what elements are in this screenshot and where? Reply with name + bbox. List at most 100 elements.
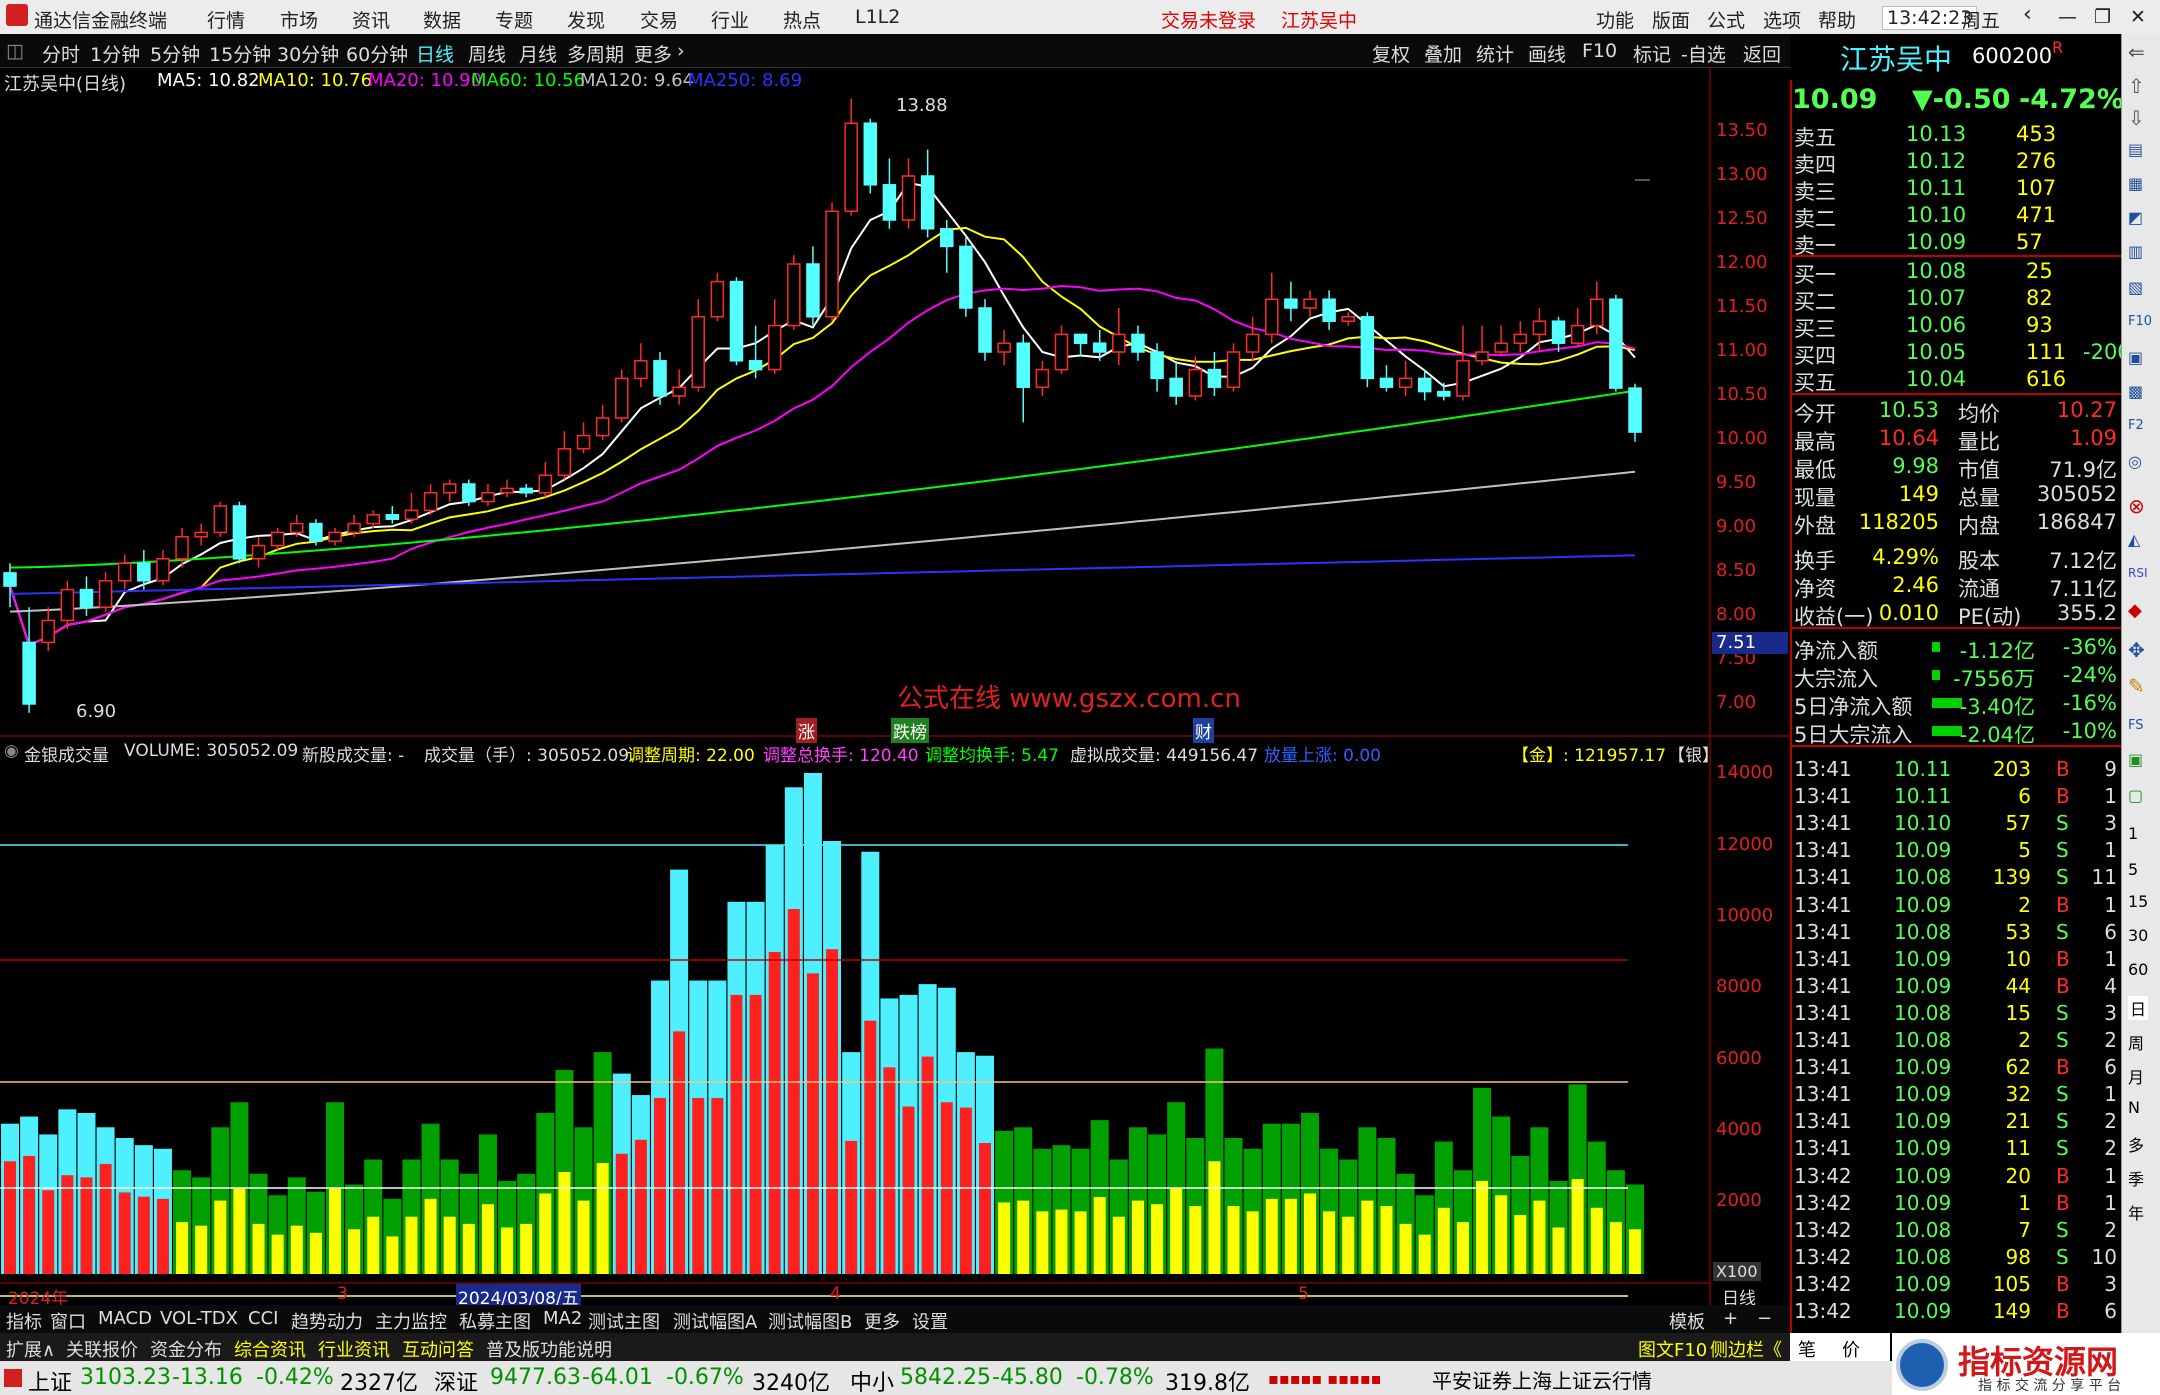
flow-row[interactable]: 净流入额 -1.12亿 -36% xyxy=(1790,634,2121,663)
tick-row[interactable]: 13:42 10.09 1 B 1 xyxy=(1790,1190,2121,1217)
menu-item-banmian[interactable]: 版面 xyxy=(1652,6,1690,33)
sz-name[interactable]: 深证 xyxy=(434,1365,478,1395)
ask-row[interactable]: 卖一 10.09 57 xyxy=(1790,229,2121,258)
ask-row[interactable]: 卖四 10.12 276 xyxy=(1790,148,2121,177)
tab-cci[interactable]: CCI xyxy=(248,1308,278,1329)
fz-icon[interactable]: F2 xyxy=(2128,418,2144,433)
sh-name[interactable]: 上证 xyxy=(28,1365,72,1395)
menu-item-jiaoyi[interactable]: 交易 xyxy=(640,6,678,33)
stat-row[interactable]: 收益(一) 0.010 PE(动) 355.2 xyxy=(1790,600,2121,629)
tick-row[interactable]: 13:41 10.09 11 S 2 xyxy=(1790,1135,2121,1162)
tick-row[interactable]: 13:41 10.09 44 B 4 xyxy=(1790,973,2121,1000)
side-label-15[interactable]: 15 xyxy=(2128,892,2148,911)
side-label-1[interactable]: 1 xyxy=(2128,824,2138,843)
bid-row[interactable]: 买一 10.08 25 xyxy=(1790,258,2121,287)
ask-row[interactable]: 卖二 10.10 471 xyxy=(1790,202,2121,231)
ask-row[interactable]: 卖三 10.11 107 xyxy=(1790,175,2121,204)
tab-zhibiao[interactable]: 指标 xyxy=(6,1308,42,1334)
menu-item-zhuanti[interactable]: 专题 xyxy=(495,6,533,33)
stat-row[interactable]: 换手 4.29% 股本 7.12亿 xyxy=(1790,544,2121,573)
tick-row[interactable]: 13:42 10.09 105 B 3 xyxy=(1790,1271,2121,1298)
flow-row[interactable]: 5日净流入额 -3.40亿 -16% xyxy=(1790,690,2121,719)
ask-row[interactable]: 卖五 10.13 453 xyxy=(1790,121,2121,150)
tool-fuquan[interactable]: 复权 xyxy=(1372,40,1410,67)
tab-qushi[interactable]: 趋势动力 xyxy=(291,1308,363,1334)
bid-row[interactable]: 买四 10.05 111 -200 xyxy=(1790,339,2131,368)
stat-row[interactable]: 现量 149 总量 305052 xyxy=(1790,481,2121,510)
period-fenshi[interactable]: 分时 xyxy=(42,40,80,67)
minimize-icon[interactable]: — xyxy=(2058,6,2077,28)
tab-zonghe[interactable]: 综合资讯 xyxy=(234,1336,306,1362)
tick-row[interactable]: 13:41 10.09 10 B 1 xyxy=(1790,946,2121,973)
tab-more[interactable]: 更多 xyxy=(864,1308,900,1334)
bid-row[interactable]: 买三 10.06 93 xyxy=(1790,312,2121,341)
tab-puji[interactable]: 普及版功能说明 xyxy=(486,1336,612,1362)
side-label-30[interactable]: 30 xyxy=(2128,926,2148,945)
box-icon[interactable]: ▢ xyxy=(2128,786,2143,805)
zx-name[interactable]: 中小 xyxy=(850,1365,894,1395)
tab-macd[interactable]: MACD xyxy=(98,1308,152,1329)
tick-row[interactable]: 13:41 10.09 5 S 1 xyxy=(1790,837,2121,864)
tick-row[interactable]: 13:41 10.09 21 S 2 xyxy=(1790,1108,2121,1135)
menu-item-hangye[interactable]: 行业 xyxy=(711,6,749,33)
menu-item-shichang[interactable]: 市场 xyxy=(280,6,318,33)
tab-zhuli[interactable]: 主力监控 xyxy=(375,1308,447,1334)
pen-icon[interactable]: ✎ xyxy=(2128,674,2145,698)
kline-icon[interactable]: ▥ xyxy=(2128,242,2143,261)
tick-row[interactable]: 13:41 10.08 139 S 11 xyxy=(1790,864,2121,891)
menu-item-xuanxiang[interactable]: 选项 xyxy=(1763,6,1801,33)
stat-row[interactable]: 净资 2.46 流通 7.11亿 xyxy=(1790,572,2121,601)
template-button[interactable]: 模板 xyxy=(1669,1308,1705,1334)
tick-row[interactable]: 13:41 10.11 6 B 1 xyxy=(1790,783,2121,810)
tick-row[interactable]: 13:41 10.08 15 S 3 xyxy=(1790,1000,2121,1027)
bid-row[interactable]: 买五 10.04 616 xyxy=(1790,366,2121,395)
tab-guanlian[interactable]: 关联报价 xyxy=(66,1336,138,1362)
chevron-right-icon[interactable]: › xyxy=(677,40,685,62)
restore-icon[interactable]: ❐ xyxy=(2094,6,2111,28)
tool-fanhui[interactable]: 返回 xyxy=(1743,40,1781,67)
flow-row[interactable]: 大宗流入 -7556万 -24% xyxy=(1790,662,2121,691)
side-label-season[interactable]: 季 xyxy=(2128,1166,2144,1190)
tick-row[interactable]: 13:41 10.10 57 S 3 xyxy=(1790,810,2121,837)
side-label-5[interactable]: 5 xyxy=(2128,860,2138,879)
volume-panel-icon[interactable]: ◉ xyxy=(4,741,19,761)
tab-ceshi-b[interactable]: 测试幅图B xyxy=(768,1308,852,1334)
tick-row[interactable]: 13:42 10.08 98 S 10 xyxy=(1790,1244,2121,1271)
login-status[interactable]: 交易未登录 xyxy=(1161,6,1256,33)
zoom-in-button[interactable]: + xyxy=(1723,1308,1738,1329)
stat-row[interactable]: 外盘 118205 内盘 186847 xyxy=(1790,509,2121,538)
rsi-icon[interactable]: RSI xyxy=(2128,566,2148,580)
f10-button[interactable]: 图文F10 xyxy=(1638,1336,1707,1362)
table-icon[interactable]: ▣ xyxy=(2128,348,2143,367)
tab-kuozhan[interactable]: 扩展∧ xyxy=(6,1336,55,1362)
wave-icon[interactable]: ◭ xyxy=(2128,530,2140,549)
bars-icon[interactable]: ▩ xyxy=(2128,382,2143,401)
flow-row[interactable]: 5日大宗流入 -2.04亿 -10% xyxy=(1790,718,2121,747)
period-weekly[interactable]: 周线 xyxy=(468,40,506,67)
tab-ceshi-a[interactable]: 测试幅图A xyxy=(673,1308,757,1334)
tick-row[interactable]: 13:42 10.09 149 B 6 xyxy=(1790,1298,2121,1325)
tick-row[interactable]: 13:41 10.08 53 S 6 xyxy=(1790,919,2121,946)
tick-mode-jia[interactable]: 价 xyxy=(1842,1336,1860,1362)
tool-tongji[interactable]: 统计 xyxy=(1476,40,1514,67)
menu-item-bangzhu[interactable]: 帮助 xyxy=(1818,6,1856,33)
tool-biaoji[interactable]: 标记 xyxy=(1633,40,1671,67)
side-label-year[interactable]: 年 xyxy=(2128,1200,2144,1224)
tool-diejia[interactable]: 叠加 xyxy=(1424,40,1462,67)
fs-icon[interactable]: FS xyxy=(2128,718,2144,733)
side-label-day[interactable]: 日 xyxy=(2128,996,2149,1020)
tool-f10[interactable]: F10 xyxy=(1582,40,1617,62)
menu-item-zixun[interactable]: 资讯 xyxy=(352,6,390,33)
zoom-out-button[interactable]: − xyxy=(1757,1308,1772,1329)
grid-icon[interactable]: ▦ xyxy=(2128,174,2143,193)
tab-simu[interactable]: 私募主图 xyxy=(459,1308,531,1334)
menu-item-shuju[interactable]: 数据 xyxy=(423,6,461,33)
news-icon[interactable]: ▧ xyxy=(2128,278,2143,297)
tick-mode-bi[interactable]: 笔 xyxy=(1798,1336,1816,1362)
collapse-icon[interactable]: ⇐ xyxy=(2128,40,2145,64)
bid-row[interactable]: 买二 10.07 82 xyxy=(1790,285,2121,314)
tab-chuangkou[interactable]: 窗口 xyxy=(50,1308,86,1334)
back-icon[interactable]: ‹ xyxy=(2023,2,2032,27)
period-60min[interactable]: 60分钟 xyxy=(346,40,408,67)
f10-icon[interactable]: F10 xyxy=(2128,314,2152,329)
